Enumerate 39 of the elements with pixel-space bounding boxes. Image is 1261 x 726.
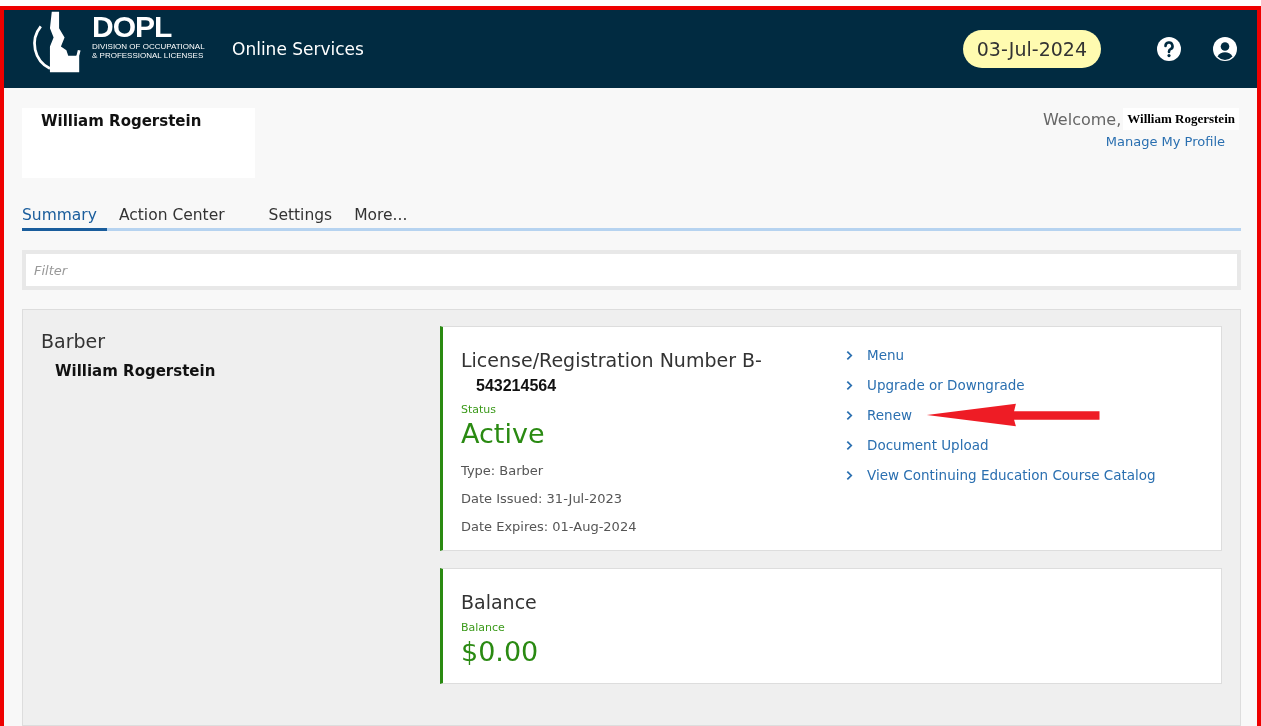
balance-label: Balance <box>461 621 506 634</box>
user-name: William Rogerstein <box>41 112 203 130</box>
action-link[interactable]: Document Upload <box>867 437 989 453</box>
action-link[interactable]: Renew <box>867 407 912 423</box>
chevron-right-icon <box>846 409 853 421</box>
account-button[interactable] <box>1213 37 1237 61</box>
balance-amount: $0.00 <box>461 636 540 667</box>
tab[interactable]: More... <box>344 204 418 231</box>
tab[interactable]: Settings <box>258 204 343 231</box>
balance-title: Balance <box>461 590 538 615</box>
action-link[interactable]: Menu <box>867 347 905 363</box>
logo-wordmark: DOPL <box>92 12 173 42</box>
welcome-label: Welcome, <box>1043 109 1122 129</box>
license-detail: Date Expires: 01-Aug-2024 <box>461 519 638 534</box>
help-button[interactable] <box>1157 37 1181 61</box>
license-detail: Type: Barber <box>461 463 545 478</box>
chevron-right-icon <box>846 349 853 361</box>
status-label: Status <box>461 403 498 416</box>
license-number: 543214564 <box>476 377 558 395</box>
tab[interactable]: Action Center <box>108 204 235 231</box>
license-detail: Date Issued: 31-Jul-2023 <box>461 491 623 506</box>
status-value: Active <box>461 418 546 449</box>
holder-name: William Rogerstein <box>55 362 217 380</box>
chevron-right-icon <box>846 469 853 481</box>
logo-subtitle: DIVISION OF OCCUPATIONAL & PROFESSIONAL LICENSES <box>92 42 206 60</box>
chevron-right-icon <box>846 439 853 451</box>
manage-profile-link[interactable]: Manage My Profile <box>1105 134 1239 149</box>
app-title: Online Services <box>232 39 364 59</box>
action-link[interactable]: Upgrade or Downgrade <box>867 377 1025 393</box>
date-badge: 03-Jul-2024 <box>962 30 1101 68</box>
chevron-right-icon <box>846 379 853 391</box>
profession-heading: Barber <box>41 330 107 352</box>
tab[interactable]: Summary <box>22 204 107 231</box>
user-icon <box>1213 37 1237 61</box>
help-icon <box>1157 37 1181 61</box>
welcome-name: William Rogerstein <box>1123 108 1239 130</box>
filter-field[interactable]: Filter <box>26 254 1237 286</box>
action-link[interactable]: View Continuing Education Course Catalog <box>867 467 1156 483</box>
license-title: License/Registration Number B- <box>461 348 763 373</box>
